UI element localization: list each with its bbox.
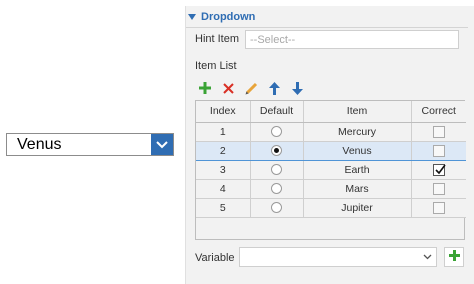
table-row[interactable]: 4 Mars <box>196 179 466 199</box>
row-item[interactable]: Jupiter <box>303 198 412 218</box>
default-radio-cell[interactable] <box>250 122 304 142</box>
section-header-dropdown[interactable]: Dropdown <box>188 9 255 25</box>
row-index: 3 <box>196 160 251 180</box>
item-list-label: Item List <box>195 60 237 72</box>
item-list-toolbar <box>197 80 305 96</box>
default-radio[interactable] <box>271 126 282 138</box>
table-row[interactable]: 5 Jupiter <box>196 198 466 218</box>
correct-checkbox-cell[interactable] <box>411 160 466 180</box>
default-radio[interactable] <box>271 164 282 176</box>
default-radio-cell[interactable] <box>250 198 304 218</box>
section-divider <box>186 27 468 28</box>
correct-checkbox[interactable] <box>432 163 446 176</box>
table-row[interactable]: 1 Mercury <box>196 122 466 142</box>
add-variable-button[interactable] <box>444 247 464 267</box>
column-header-default[interactable]: Default <box>250 101 304 123</box>
grid-header-row: Index Default Item Correct <box>196 101 466 123</box>
row-item[interactable]: Earth <box>303 160 412 180</box>
hint-item-label: Hint Item <box>195 33 240 45</box>
correct-checkbox-cell[interactable] <box>411 179 466 199</box>
column-header-correct[interactable]: Correct <box>411 101 466 123</box>
row-item[interactable]: Mercury <box>303 122 412 142</box>
preview-dropdown[interactable]: Venus <box>6 133 174 156</box>
plus-icon <box>448 250 460 264</box>
correct-checkbox[interactable] <box>432 182 445 195</box>
column-header-index[interactable]: Index <box>196 101 251 123</box>
row-index: 1 <box>196 122 251 142</box>
default-radio-cell[interactable] <box>250 179 304 199</box>
plus-icon[interactable] <box>197 80 213 96</box>
arrow-down-icon[interactable] <box>289 80 305 96</box>
chevron-down-icon[interactable] <box>151 134 173 155</box>
correct-checkbox-cell[interactable] <box>411 198 466 218</box>
correct-checkbox[interactable] <box>432 125 445 138</box>
chevron-down-icon[interactable] <box>423 251 432 263</box>
row-item[interactable]: Mars <box>303 179 412 199</box>
properties-panel: Dropdown Hint Item Item List Index Defau… <box>185 6 474 284</box>
hint-item-input[interactable] <box>245 30 459 49</box>
item-list-grid: Index Default Item Correct 1 Mercury 2 V… <box>195 100 466 240</box>
checkmark-icon <box>435 164 446 174</box>
correct-checkbox[interactable] <box>432 201 445 214</box>
collapse-triangle-icon[interactable] <box>188 11 196 23</box>
column-header-item[interactable]: Item <box>303 101 412 123</box>
variable-select[interactable] <box>239 247 437 267</box>
row-index: 2 <box>196 140 251 161</box>
section-title: Dropdown <box>201 11 256 23</box>
table-row[interactable]: 2 Venus <box>196 140 466 161</box>
default-radio[interactable] <box>271 202 282 214</box>
default-radio-cell[interactable] <box>250 140 304 161</box>
default-radio-cell[interactable] <box>250 160 304 180</box>
row-index: 4 <box>196 179 251 199</box>
default-radio[interactable] <box>271 145 282 157</box>
x-icon[interactable] <box>220 80 236 96</box>
table-row[interactable]: 3 Earth <box>196 160 466 180</box>
correct-checkbox-cell[interactable] <box>411 140 466 161</box>
correct-checkbox-cell[interactable] <box>411 122 466 142</box>
arrow-up-icon[interactable] <box>266 80 282 96</box>
preview-dropdown-value: Venus <box>17 136 62 153</box>
row-item[interactable]: Venus <box>303 140 412 161</box>
pencil-icon[interactable] <box>243 80 259 96</box>
row-index: 5 <box>196 198 251 218</box>
variable-label: Variable <box>195 252 235 264</box>
default-radio[interactable] <box>271 183 282 195</box>
correct-checkbox[interactable] <box>432 144 445 157</box>
